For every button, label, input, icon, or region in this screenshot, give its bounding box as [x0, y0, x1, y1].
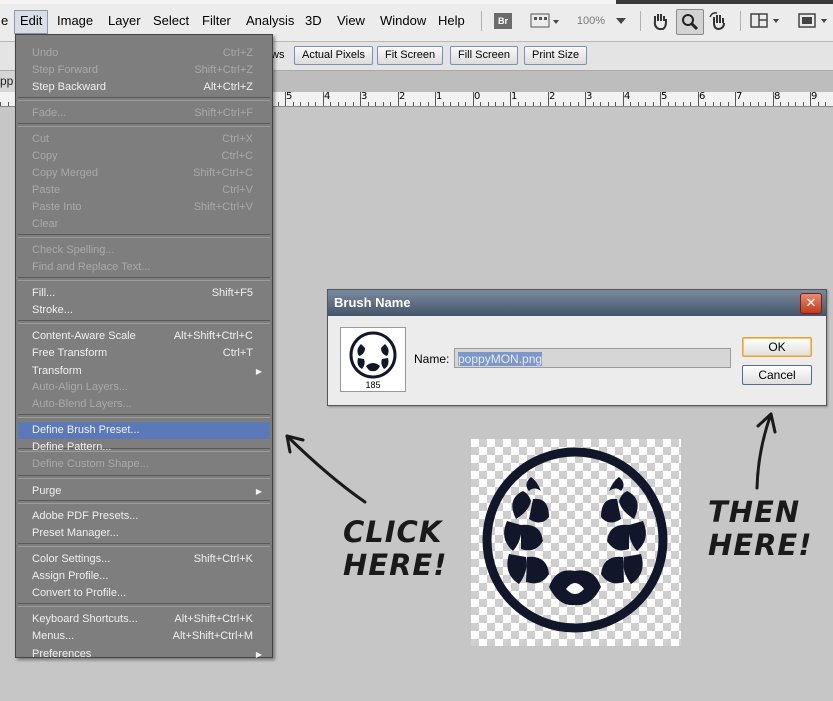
- menu-item-assign-profile[interactable]: Assign Profile...: [18, 568, 270, 585]
- menu-item-step-backward[interactable]: Step Backward Alt+Ctrl+Z: [18, 79, 270, 96]
- menu-item-shortcut: Alt+Ctrl+Z: [203, 81, 253, 93]
- menu-item-step-forward: Step Forward Shift+Ctrl+Z: [18, 62, 270, 79]
- arrow-to-menu-icon: [285, 434, 367, 504]
- menu-item-label: Cut: [32, 133, 50, 145]
- menu-item-label: Purge: [32, 485, 62, 497]
- menu-item-auto-blend-layers: Auto-Blend Layers...: [18, 396, 270, 413]
- submenu-arrow-icon: ▶: [255, 487, 262, 496]
- menu-item-check-spelling: Check Spelling...: [18, 242, 270, 259]
- menu-item-shortcut: Ctrl+V: [222, 184, 253, 196]
- menu-item-label: Undo: [32, 47, 59, 59]
- menu-item-label: Paste Into: [32, 201, 82, 213]
- menu-item-shortcut: Alt+Shift+Ctrl+C: [173, 330, 253, 342]
- menu-separator: [18, 475, 270, 479]
- menu-item-label: Content-Aware Scale: [32, 330, 136, 342]
- edit-menu-dropdown: Undo Ctrl+Z Step Forward Shift+Ctrl+Z Step B…: [15, 34, 273, 660]
- menu-item-label: Menus...: [32, 630, 75, 642]
- menu-separator: [18, 543, 270, 547]
- arrow-to-ok-icon: [755, 412, 777, 490]
- menu-item-shortcut: Shift+Ctrl+Z: [194, 64, 253, 76]
- menu-item-shortcut: Ctrl+C: [221, 150, 253, 162]
- menu-item-label: Preset Manager...: [32, 527, 119, 539]
- menu-item-shortcut: Shift+F5: [211, 287, 253, 299]
- click-here-line-2: HERE!: [343, 548, 448, 582]
- menu-item-free-transform[interactable]: Free Transform Ctrl+T: [18, 345, 270, 362]
- menu-item-label: Copy Merged: [32, 167, 99, 179]
- menu-item-label: Auto-Align Layers...: [32, 381, 128, 393]
- then-here-annotation: THEN HERE!: [708, 496, 812, 562]
- menu-separator: [18, 500, 270, 504]
- menu-item-paste: Paste Ctrl+V: [18, 182, 270, 199]
- menu-item-fade: Fade... Shift+Ctrl+F: [18, 105, 270, 122]
- menu-item-label: Color Settings...: [32, 553, 111, 565]
- menu-item-copy: Copy Ctrl+C: [18, 148, 270, 165]
- menu-item-find-and-replace-text: Find and Replace Text...: [18, 259, 270, 276]
- menu-item-label: Preferences: [32, 648, 92, 660]
- menu-item-undo: Undo Ctrl+Z: [18, 45, 270, 62]
- menu-item-label: Copy: [32, 150, 58, 162]
- menu-item-fill[interactable]: Fill... Shift+F5: [18, 285, 270, 302]
- menu-separator: [18, 414, 270, 418]
- menu-item-shortcut: Shift+Ctrl+F: [194, 107, 253, 119]
- menu-item-stroke[interactable]: Stroke...: [18, 302, 270, 319]
- menu-item-shortcut: Ctrl+X: [222, 133, 253, 145]
- menu-item-label: Define Brush Preset...: [32, 424, 140, 436]
- menu-item-label: Auto-Blend Layers...: [32, 398, 132, 410]
- menu-item-shortcut: Alt+Shift+Ctrl+M: [172, 630, 253, 642]
- menu-item-label: Adobe PDF Presets...: [32, 510, 139, 522]
- menu-item-shortcut: Shift+Ctrl+V: [193, 201, 253, 213]
- menu-item-menus[interactable]: Menus... Alt+Shift+Ctrl+M: [18, 628, 270, 645]
- menu-item-label: Transform: [32, 365, 82, 377]
- menu-item-shortcut: Shift+Ctrl+K: [193, 553, 253, 565]
- menu-separator: [18, 277, 270, 281]
- then-here-line-2: HERE!: [708, 528, 813, 562]
- menu-item-label: Paste: [32, 184, 61, 196]
- menu-item-shortcut: Shift+Ctrl+C: [193, 167, 253, 179]
- menu-item-define-brush-preset[interactable]: Define Brush Preset...: [18, 422, 270, 439]
- menu-item-label: Stroke...: [32, 304, 73, 316]
- menu-item-label: Check Spelling...: [32, 244, 115, 256]
- menu-item-label: Step Backward: [32, 81, 106, 93]
- menu-item-paste-into: Paste Into Shift+Ctrl+V: [18, 199, 270, 216]
- menu-separator: [18, 320, 270, 324]
- menu-separator: [18, 603, 270, 607]
- menu-item-shortcut: Ctrl+T: [222, 347, 253, 359]
- menu-item-label: Fill...: [32, 287, 56, 299]
- menu-item-label: Convert to Profile...: [32, 587, 127, 599]
- menu-item-define-pattern[interactable]: Define Pattern...: [18, 439, 270, 456]
- menu-item-label: Assign Profile...: [32, 570, 109, 582]
- menu-item-label: Keyboard Shortcuts...: [32, 613, 138, 625]
- menu-item-label: Define Pattern...: [32, 441, 112, 453]
- then-here-line-1: THEN: [708, 495, 801, 529]
- menu-separator: [18, 234, 270, 238]
- menu-item-label: Free Transform: [32, 347, 108, 359]
- menu-item-label: Step Forward: [32, 64, 99, 76]
- menu-item-shortcut: Ctrl+Z: [222, 47, 253, 59]
- menu-item-convert-to-profile[interactable]: Convert to Profile...: [18, 585, 270, 602]
- menu-item-label: Fade...: [32, 107, 67, 119]
- menu-item-color-settings[interactable]: Color Settings... Shift+Ctrl+K: [18, 551, 270, 568]
- menu-item-content-aware-scale[interactable]: Content-Aware Scale Alt+Shift+Ctrl+C: [18, 328, 270, 345]
- menu-item-clear: Clear: [18, 216, 270, 233]
- menu-separator: [18, 123, 270, 127]
- click-here-annotation: CLICK HERE!: [343, 516, 447, 582]
- menu-item-label: Clear: [32, 218, 59, 230]
- menu-item-cut: Cut Ctrl+X: [18, 131, 270, 148]
- click-here-line-1: CLICK: [343, 515, 443, 549]
- menu-item-define-custom-shape: Define Custom Shape...: [18, 456, 270, 473]
- submenu-arrow-icon: ▶: [255, 367, 262, 376]
- menu-item-auto-align-layers: Auto-Align Layers...: [18, 379, 270, 396]
- menu-item-label: Find and Replace Text...: [32, 261, 151, 273]
- menu-item-adobe-pdf-presets[interactable]: Adobe PDF Presets...: [18, 508, 270, 525]
- menu-separator: [18, 97, 270, 101]
- menu-item-copy-merged: Copy Merged Shift+Ctrl+C: [18, 165, 270, 182]
- menu-item-label: Define Custom Shape...: [32, 458, 149, 470]
- menu-item-transform[interactable]: Transform ▶: [18, 363, 270, 380]
- menu-item-purge[interactable]: Purge ▶: [18, 483, 270, 500]
- submenu-arrow-icon: ▶: [255, 650, 262, 659]
- menu-item-preferences[interactable]: Preferences ▶: [18, 646, 270, 663]
- menu-item-shortcut: Alt+Shift+Ctrl+K: [174, 613, 253, 625]
- menu-item-preset-manager[interactable]: Preset Manager...: [18, 525, 270, 542]
- menu-item-keyboard-shortcuts[interactable]: Keyboard Shortcuts... Alt+Shift+Ctrl+K: [18, 611, 270, 628]
